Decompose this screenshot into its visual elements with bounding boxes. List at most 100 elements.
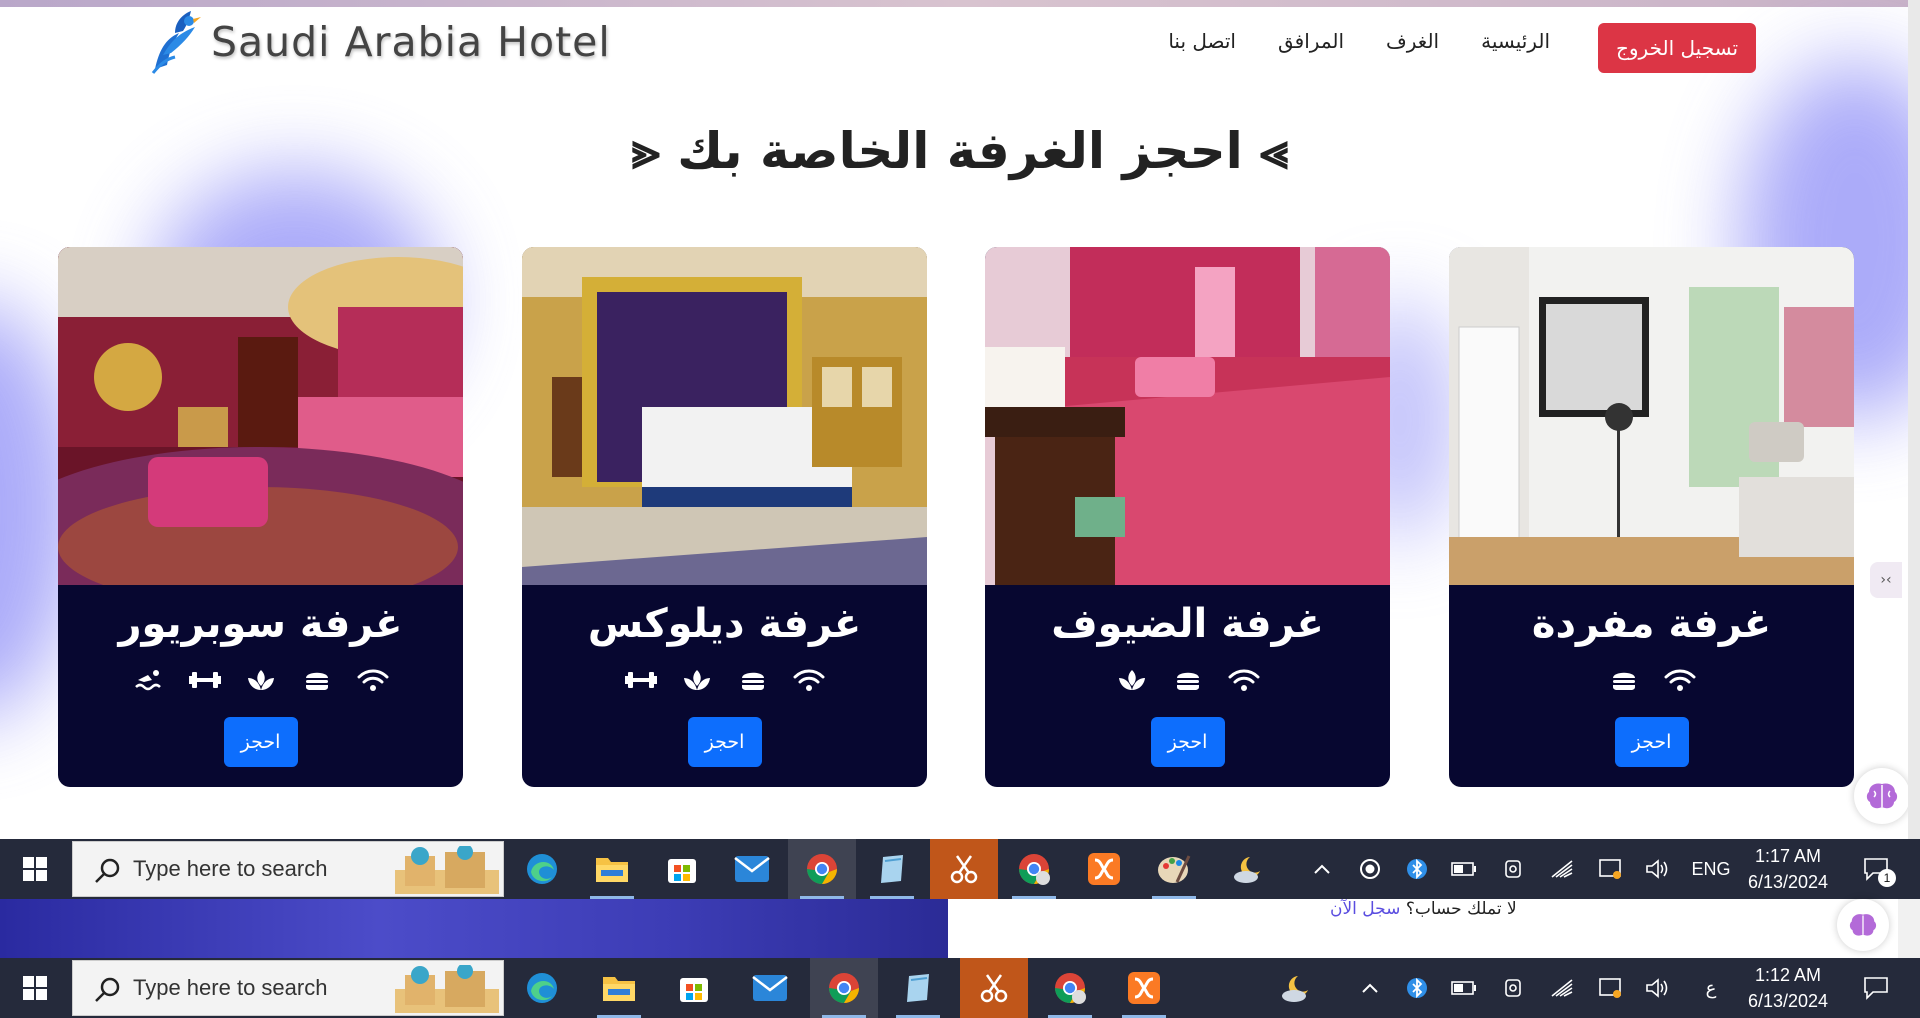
search-placeholder: Type here to search [133,975,328,1000]
nav-home[interactable]: الرئيسية [1481,29,1550,53]
navbar: Saudi Arabia Hotel الرئيسية الغرف المراف… [0,7,1920,77]
notifications-icon[interactable] [1852,958,1900,1018]
assistant-brain-icon[interactable] [1837,899,1889,951]
volume-icon[interactable] [1637,958,1677,1018]
pool-icon [132,663,166,697]
show-hidden-icons[interactable] [1302,839,1342,899]
background-image [0,899,948,958]
assistant-brain-icon[interactable] [1854,768,1910,824]
wifi-tray-icon[interactable] [1542,958,1582,1018]
edge-icon[interactable] [508,958,576,1018]
room-title: غرفة مفردة [1531,601,1772,647]
clock[interactable]: 1:12 AM 6/13/2024 [1733,962,1843,1014]
room-title: غرفة سوبريور [118,601,403,647]
amenities [985,663,1390,697]
clock-date: 6/13/2024 [1747,991,1829,1011]
brand-logo[interactable]: Saudi Arabia Hotel [145,7,611,77]
xampp-icon[interactable] [1070,839,1138,899]
search-highlight-illustration [395,846,499,894]
room-card-superior: غرفة سوبريور احجز [58,247,463,787]
chrome-icon[interactable] [810,958,878,1018]
edge-icon[interactable] [508,839,576,899]
mail-icon[interactable] [718,839,786,899]
battery-icon[interactable] [1444,839,1484,899]
taskbar-search-input[interactable]: Type here to search [72,960,504,1016]
register-link[interactable]: سجل الآن [1330,899,1400,919]
mail-icon[interactable] [736,958,804,1018]
amenities [522,663,927,697]
camera-icon[interactable] [1494,958,1534,1018]
chrome-profile-icon[interactable] [1036,958,1104,1018]
taskbar: Type here to search ENG 1:17 AM 6/13/202… [0,839,1920,899]
notifications-icon[interactable]: 1 [1852,839,1900,899]
spa-icon [680,663,714,697]
room-photo [1449,247,1854,585]
clock[interactable]: 1:17 AM 6/13/2024 [1733,843,1843,895]
search-icon [95,858,120,883]
background-scrollbar[interactable] [1898,899,1920,958]
record-icon[interactable] [1350,839,1390,899]
language-indicator[interactable]: ENG [1686,839,1736,899]
room-card-deluxe: غرفة ديلوكس احجز [522,247,927,787]
weather-icon[interactable] [1214,839,1282,899]
screen-update-icon[interactable] [1590,958,1630,1018]
notepad-icon[interactable] [884,958,952,1018]
bird-logo-icon [151,11,201,74]
chrome-profile-icon[interactable] [1000,839,1068,899]
no-account-prompt: لا تملك حساب؟ سجل الآن [1330,899,1517,919]
camera-icon[interactable] [1494,839,1534,899]
file-explorer-icon[interactable] [578,839,646,899]
snip-icon[interactable] [960,958,1028,1018]
website-viewport: Saudi Arabia Hotel الرئيسية الغرف المراف… [0,0,1920,840]
bluetooth-icon[interactable] [1397,958,1437,1018]
page-title: ⪢ احجز الغرفة الخاصة بك ⪡ [631,122,1289,180]
room-card-guest: غرفة الضيوف احجز [985,247,1390,787]
spa-icon [1115,663,1149,697]
taskbar-search-input[interactable]: Type here to search [72,841,504,897]
page-scrollbar[interactable] [1908,0,1920,839]
paint-icon[interactable] [1140,839,1208,899]
book-button[interactable]: احجز [223,717,298,767]
notification-badge: 1 [1878,869,1896,887]
screen-update-icon[interactable] [1590,839,1630,899]
snip-icon[interactable] [930,839,998,899]
battery-icon[interactable] [1444,958,1484,1018]
food-icon [736,663,770,697]
wifi-icon [356,663,390,697]
store-icon[interactable] [660,958,728,1018]
file-explorer-icon[interactable] [585,958,653,1018]
gym-icon [624,663,658,697]
food-icon [1171,663,1205,697]
xampp-icon[interactable] [1110,958,1178,1018]
book-button[interactable]: احجز [1614,717,1689,767]
volume-icon[interactable] [1637,839,1677,899]
notepad-icon[interactable] [858,839,926,899]
bluetooth-icon[interactable] [1397,839,1437,899]
store-icon[interactable] [648,839,716,899]
windows-start-icon[interactable] [0,839,70,899]
show-hidden-icons[interactable] [1350,958,1390,1018]
sidebar-toggle-icon[interactable]: ›‹ [1870,562,1902,598]
weather-icon[interactable] [1262,958,1330,1018]
room-card-single: غرفة مفردة احجز [1449,247,1854,787]
nav-facilities[interactable]: المرافق [1278,29,1344,53]
food-icon [1607,663,1641,697]
nav-links: الرئيسية الغرف المرافق اتصل بنا [1168,29,1550,53]
nav-rooms[interactable]: الغرف [1386,29,1439,53]
book-button[interactable]: احجز [687,717,762,767]
nav-contact[interactable]: اتصل بنا [1168,29,1236,53]
language-indicator[interactable]: ع [1686,958,1736,1018]
wifi-tray-icon[interactable] [1542,839,1582,899]
amenities [58,663,463,697]
background-window: لا تملك حساب؟ سجل الآن [0,899,1920,958]
wifi-icon [1227,663,1261,697]
room-photo [985,247,1390,585]
taskbar-background: Type here to search ع 1:12 AM 6/13/2024 [0,958,1920,1018]
clock-time: 1:17 AM [1754,846,1822,866]
gym-icon [188,663,222,697]
logout-button[interactable]: تسجيل الخروج [1598,23,1756,73]
book-button[interactable]: احجز [1150,717,1225,767]
windows-start-icon[interactable] [0,958,70,1018]
spa-icon [244,663,278,697]
chrome-icon[interactable] [788,839,856,899]
